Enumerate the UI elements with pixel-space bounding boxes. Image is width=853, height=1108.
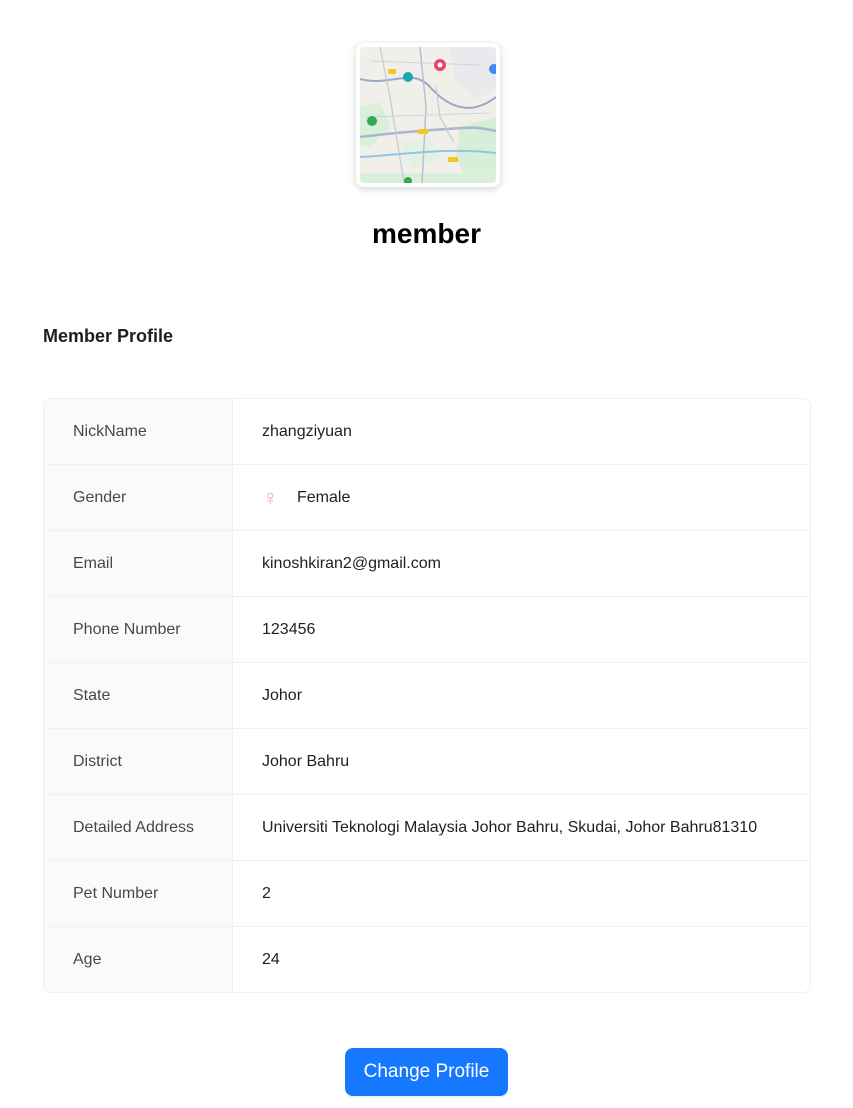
role-title: member: [372, 218, 481, 249]
table-row: NickName zhangziyuan: [44, 399, 810, 465]
state-value: Johor: [262, 686, 303, 704]
actions-bar: Change Profile: [0, 1048, 853, 1096]
pet-number-label: Pet Number: [44, 861, 233, 926]
map-thumbnail-image: [360, 47, 496, 183]
district-label: District: [44, 729, 233, 794]
member-profile-page: member Member Profile NickName zhangziyu…: [0, 0, 853, 1108]
phone-number-label: Phone Number: [44, 597, 233, 662]
age-label: Age: [44, 927, 233, 992]
table-row: Age 24: [44, 927, 810, 992]
table-row: Email kinoshkiran2@gmail.com: [44, 531, 810, 597]
phone-number-value: 123456: [262, 620, 316, 638]
table-row: Detailed Address Universiti Teknologi Ma…: [44, 795, 810, 861]
table-row: District Johor Bahru: [44, 729, 810, 795]
detailed-address-value: Universiti Teknologi Malaysia Johor Bahr…: [262, 818, 758, 836]
gender-label: Gender: [44, 465, 233, 530]
detailed-address-label: Detailed Address: [44, 795, 233, 860]
female-icon: ♀: [262, 484, 279, 510]
profile-table: NickName zhangziyuan Gender ♀ Female Ema…: [43, 398, 811, 993]
change-profile-button[interactable]: Change Profile: [344, 1048, 509, 1096]
avatar: [356, 43, 500, 187]
nickname-value: zhangziyuan: [262, 422, 352, 440]
pet-number-value: 2: [262, 884, 271, 902]
table-row: Phone Number 123456: [44, 597, 810, 663]
age-value: 24: [262, 950, 280, 968]
table-row: State Johor: [44, 663, 810, 729]
section-title: Member Profile: [43, 326, 174, 346]
gender-value: Female: [297, 488, 351, 506]
district-value: Johor Bahru: [262, 752, 350, 770]
state-label: State: [44, 663, 233, 728]
email-value: kinoshkiran2@gmail.com: [262, 554, 441, 572]
nickname-label: NickName: [44, 399, 233, 464]
table-row: Pet Number 2: [44, 861, 810, 927]
gender-value-cell: ♀ Female: [233, 465, 810, 530]
table-row: Gender ♀ Female: [44, 465, 810, 531]
email-label: Email: [44, 531, 233, 596]
